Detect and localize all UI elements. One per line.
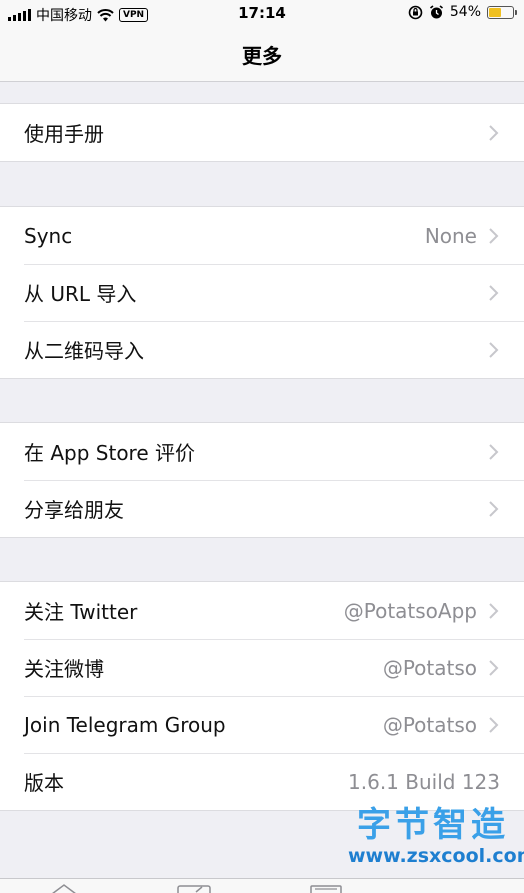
status-bar: 中国移动 VPN 17:14 54% — [0, 0, 524, 28]
list-tab-icon[interactable] — [308, 883, 344, 893]
battery-level-fill — [489, 7, 502, 17]
watermark-url: www.zsxcool.com — [348, 845, 524, 867]
chevron-right-icon — [489, 341, 499, 358]
chevron-right-icon — [489, 284, 499, 301]
version-value: 1.6.1 Build 123 — [348, 769, 500, 794]
row-label: 在 App Store 评价 — [24, 441, 196, 465]
chevron-right-icon — [489, 500, 499, 517]
row-import-from-qrcode[interactable]: 从二维码导入 — [0, 321, 524, 378]
row-follow-weibo[interactable]: 关注微博 @Potatso — [0, 639, 524, 696]
row-value: @PotatsoApp — [343, 598, 477, 623]
settings-group-share: 在 App Store 评价 分享给朋友 — [0, 422, 524, 538]
orientation-lock-icon — [408, 5, 423, 19]
row-rate-app-store[interactable]: 在 App Store 评价 — [0, 423, 524, 480]
row-label: 版本 — [24, 771, 64, 795]
tab-bar — [0, 878, 524, 893]
settings-group-manual: 使用手册 — [0, 103, 524, 162]
row-label: 从 URL 导入 — [24, 282, 137, 306]
row-label: Join Telegram Group — [24, 712, 226, 737]
settings-group-social: 关注 Twitter @PotatsoApp 关注微博 @Potatso Joi… — [0, 581, 524, 811]
row-label: 关注微博 — [24, 657, 104, 681]
row-import-from-url[interactable]: 从 URL 导入 — [0, 264, 524, 321]
chevron-right-icon — [489, 602, 499, 619]
chart-tab-icon[interactable] — [176, 883, 212, 893]
row-value: None — [424, 223, 477, 248]
row-label: 从二维码导入 — [24, 339, 144, 363]
row-label: 关注 Twitter — [24, 600, 138, 624]
row-sync[interactable]: Sync None — [0, 207, 524, 264]
battery-percentage: 54% — [449, 4, 481, 20]
row-share-with-friends[interactable]: 分享给朋友 — [0, 480, 524, 537]
watermark: 字节智造 www.zsxcool.com — [348, 805, 524, 867]
settings-group-config: Sync None 从 URL 导入 从二维码导入 — [0, 206, 524, 379]
page-title: 更多 — [242, 44, 282, 68]
battery-icon — [487, 5, 517, 19]
row-value: @Potatso — [382, 712, 477, 737]
navigation-bar: 更多 — [0, 28, 524, 82]
alarm-icon — [429, 4, 443, 18]
row-label: Sync — [24, 223, 73, 248]
chevron-right-icon — [489, 443, 499, 460]
chevron-right-icon — [489, 227, 499, 244]
chevron-right-icon — [489, 659, 499, 676]
row-label: 使用手册 — [24, 122, 104, 146]
watermark-title: 字节智造 — [357, 805, 509, 845]
row-join-telegram[interactable]: Join Telegram Group @Potatso — [0, 696, 524, 753]
home-tab-icon[interactable] — [46, 883, 82, 893]
row-label: 分享给朋友 — [24, 498, 124, 522]
row-value: @Potatso — [382, 655, 477, 680]
row-user-manual[interactable]: 使用手册 — [0, 104, 524, 161]
chevron-right-icon — [489, 124, 499, 141]
row-follow-twitter[interactable]: 关注 Twitter @PotatsoApp — [0, 582, 524, 639]
row-version: 版本 1.6.1 Build 123 — [0, 753, 524, 810]
chevron-right-icon — [489, 716, 499, 733]
